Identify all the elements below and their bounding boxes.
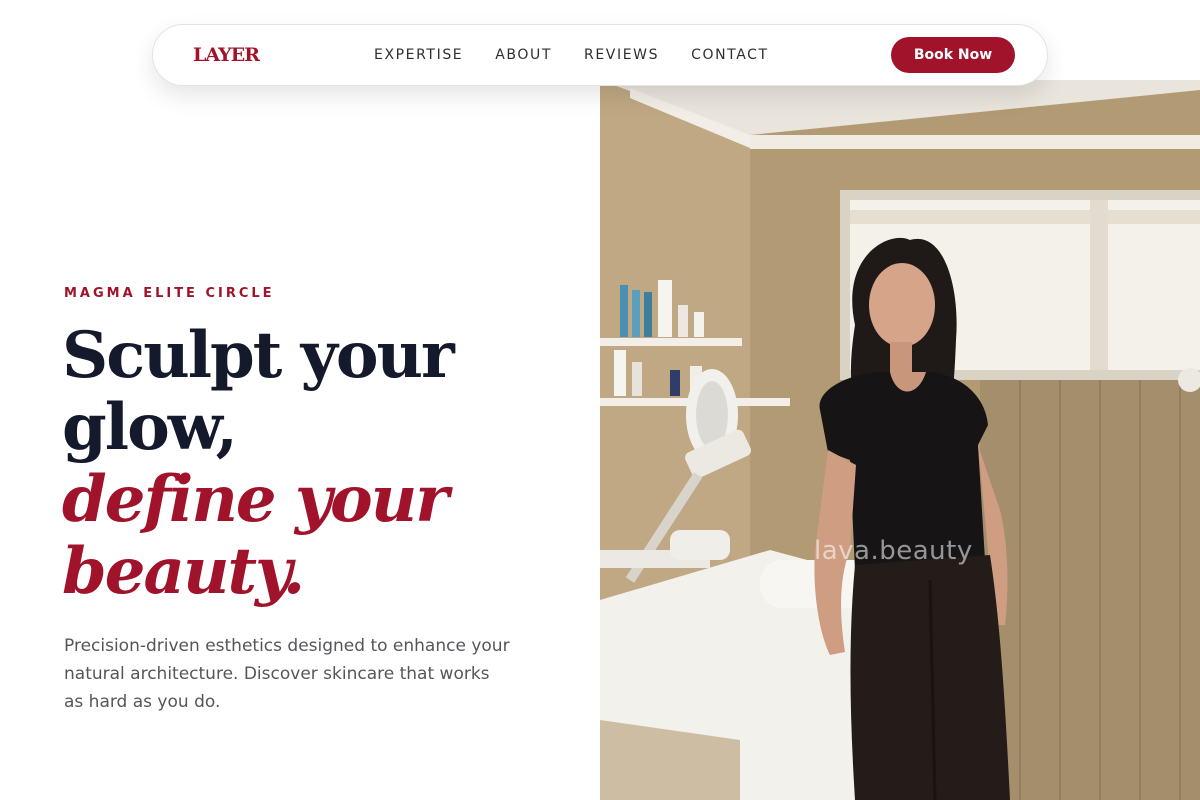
- hero-photo: lava.beauty: [600, 80, 1200, 800]
- hero-photo-illustration: [600, 80, 1200, 800]
- hero-lead-text: Precision-driven esthetics designed to e…: [64, 636, 510, 712]
- headline-accent-line-1: define your: [62, 462, 449, 537]
- nav-link-expertise[interactable]: EXPERTISE: [374, 47, 463, 63]
- brand-logo[interactable]: LAYER: [193, 44, 260, 66]
- nav-link-reviews[interactable]: REVIEWS: [584, 47, 659, 63]
- headline-accent-line-2: beauty.: [62, 534, 305, 609]
- nav-link-contact[interactable]: CONTACT: [691, 47, 769, 63]
- nav-links: EXPERTISE ABOUT REVIEWS CONTACT: [374, 47, 801, 63]
- headline-line-1: Sculpt your: [62, 318, 455, 393]
- image-watermark: lava.beauty: [814, 536, 973, 566]
- top-navigation: LAYER EXPERTISE ABOUT REVIEWS CONTACT Bo…: [152, 24, 1048, 86]
- hero-headline: Sculpt your glow, define your beauty.: [62, 320, 582, 608]
- nav-link-about[interactable]: ABOUT: [495, 47, 552, 63]
- hero-eyebrow: MAGMA ELITE CIRCLE: [64, 286, 275, 301]
- book-now-button[interactable]: Book Now: [891, 37, 1015, 73]
- headline-line-2: glow,: [62, 390, 238, 465]
